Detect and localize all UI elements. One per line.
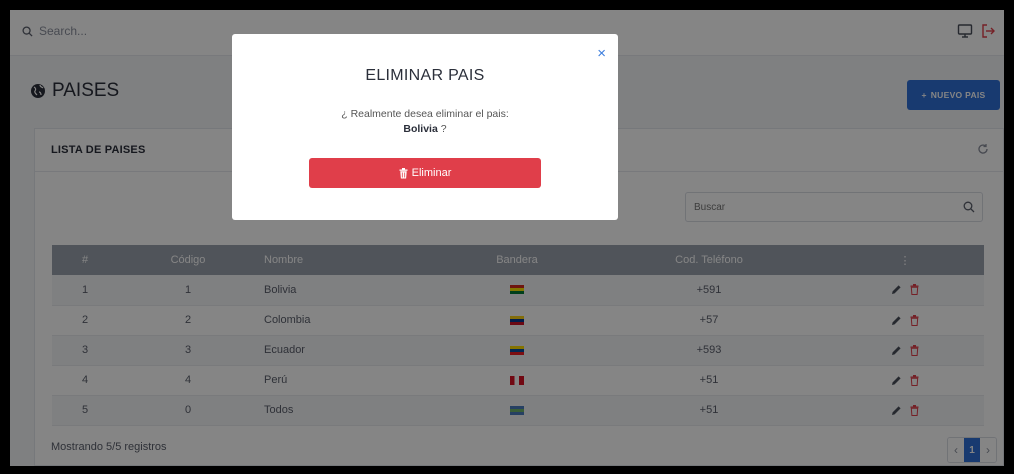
delete-country-modal: × ELIMINAR PAIS ¿ Realmente desea elimin…: [232, 34, 618, 220]
trash-icon: [399, 167, 408, 178]
modal-message: ¿ Realmente desea eliminar el pais: Boli…: [232, 107, 618, 137]
confirm-delete-button[interactable]: Eliminar: [309, 158, 541, 188]
country-to-delete: Bolivia: [403, 123, 438, 135]
confirm-delete-label: Eliminar: [411, 167, 452, 179]
close-icon[interactable]: ×: [597, 46, 606, 61]
modal-title: ELIMINAR PAIS: [365, 67, 485, 84]
confirm-question: ¿ Realmente desea eliminar el pais:: [341, 108, 509, 120]
question-suffix: ?: [437, 123, 447, 135]
